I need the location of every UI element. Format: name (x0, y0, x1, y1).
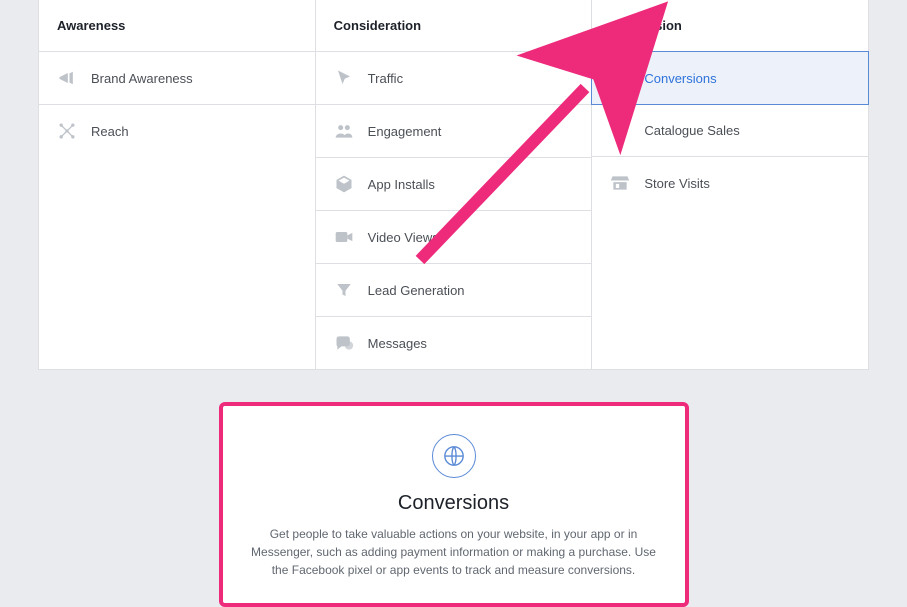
conversion-header: Conversion (592, 0, 868, 52)
option-label: Catalogue Sales (644, 123, 739, 138)
option-label: Conversions (644, 71, 716, 86)
detail-title: Conversions (243, 492, 665, 515)
consideration-column: Consideration Traffic Engagement App Ins… (316, 0, 593, 369)
tag-icon (610, 120, 630, 140)
option-label: Lead Generation (368, 283, 465, 298)
option-conversions[interactable]: Conversions (591, 51, 869, 105)
option-reach[interactable]: Reach (39, 105, 315, 157)
option-traffic[interactable]: Traffic (316, 52, 592, 105)
option-label: Reach (91, 124, 129, 139)
option-brand-awareness[interactable]: Brand Awareness (39, 52, 315, 105)
cursor-icon (334, 68, 354, 88)
option-label: Engagement (368, 124, 442, 139)
option-app-installs[interactable]: App Installs (316, 158, 592, 211)
option-label: Video Views (368, 230, 439, 245)
box-icon (334, 174, 354, 194)
awareness-header: Awareness (39, 0, 315, 52)
option-label: Messages (368, 336, 427, 351)
option-label: Traffic (368, 71, 403, 86)
option-messages[interactable]: Messages (316, 317, 592, 369)
detail-description: Get people to take valuable actions on y… (244, 525, 664, 579)
objective-columns: Awareness Brand Awareness Reach Consider… (39, 0, 868, 369)
option-label: App Installs (368, 177, 435, 192)
option-catalogue-sales[interactable]: Catalogue Sales (592, 104, 868, 157)
option-label: Brand Awareness (91, 71, 193, 86)
chat-icon (334, 333, 354, 353)
video-icon (334, 227, 354, 247)
funnel-icon (334, 280, 354, 300)
awareness-column: Awareness Brand Awareness Reach (39, 0, 316, 369)
objective-detail-highlight: Conversions Get people to take valuable … (219, 402, 689, 607)
option-lead-generation[interactable]: Lead Generation (316, 264, 592, 317)
option-engagement[interactable]: Engagement (316, 105, 592, 158)
globe-icon (432, 434, 476, 478)
megaphone-icon (57, 68, 77, 88)
conversion-column: Conversion Conversions Catalogue Sales S… (592, 0, 868, 369)
people-icon (334, 121, 354, 141)
option-store-visits[interactable]: Store Visits (592, 157, 868, 209)
option-label: Store Visits (644, 176, 710, 191)
store-icon (610, 173, 630, 193)
spread-icon (57, 121, 77, 141)
check-circle-icon (610, 68, 630, 88)
objective-selector: Awareness Brand Awareness Reach Consider… (38, 0, 869, 370)
consideration-header: Consideration (316, 0, 592, 52)
option-video-views[interactable]: Video Views (316, 211, 592, 264)
